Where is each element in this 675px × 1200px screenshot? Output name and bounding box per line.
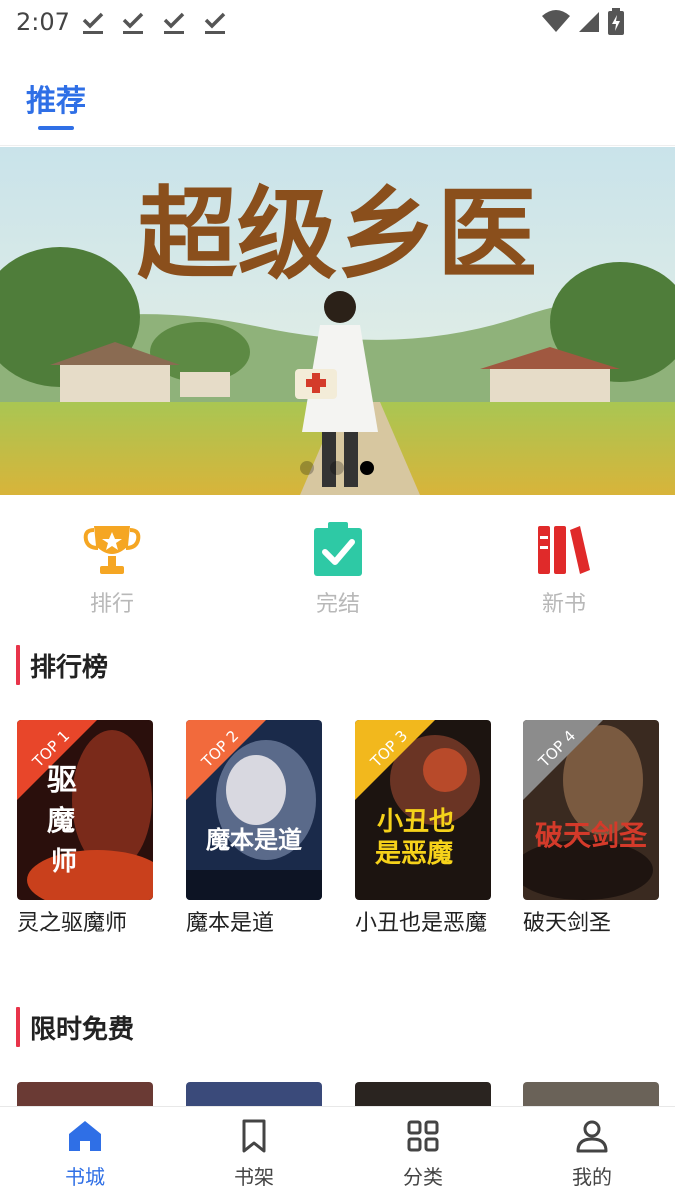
carousel-dot[interactable] xyxy=(300,461,314,475)
section-free-header: 限时免费 xyxy=(16,1007,134,1047)
svg-text:小丑也: 小丑也 xyxy=(377,807,455,837)
download-done-icon xyxy=(82,12,104,34)
tab-recommend[interactable]: 推荐 xyxy=(26,76,86,120)
grid-icon xyxy=(407,1120,439,1152)
carousel-dot[interactable] xyxy=(330,461,344,475)
nav-bookshelf[interactable]: 书架 xyxy=(204,1119,304,1190)
svg-text:是恶魔: 是恶魔 xyxy=(375,839,453,869)
bookshelf-icon xyxy=(538,526,590,574)
section-title[interactable]: 排行榜 xyxy=(30,647,108,684)
quick-entry-label: 新书 xyxy=(541,592,586,617)
download-done-icon xyxy=(122,12,144,34)
banner-image[interactable]: 超级乡医 xyxy=(0,147,675,495)
svg-text:魔本是道: 魔本是道 xyxy=(206,825,302,854)
book-cover[interactable]: 小丑也 是恶魔 TOP 3 xyxy=(355,720,491,900)
quick-entry-label: 排行 xyxy=(89,592,134,617)
carousel-dot-active[interactable] xyxy=(360,461,374,475)
nav-bookstore[interactable]: 书城 xyxy=(35,1119,135,1190)
quick-entry-label: 完结 xyxy=(315,592,360,617)
banner-carousel[interactable]: 超级乡医 xyxy=(0,147,675,495)
banner-title-art: 超级乡医 xyxy=(137,175,537,293)
section-title[interactable]: 限时免费 xyxy=(30,1009,134,1046)
signal-icon xyxy=(579,12,599,32)
book-title[interactable]: 魔本是道 xyxy=(186,906,322,942)
nav-label: 书城 xyxy=(65,1165,105,1189)
nav-category[interactable]: 分类 xyxy=(373,1119,473,1190)
bottom-navigation: 书城 书架 分类 我的 xyxy=(0,1106,675,1200)
status-time: 2:07 xyxy=(16,8,70,36)
svg-text:魔: 魔 xyxy=(47,804,75,837)
book-cover[interactable]: 驱 魔 师 TOP 1 xyxy=(17,720,153,900)
book-cover[interactable]: 破天剑圣 TOP 4 xyxy=(523,720,659,900)
wifi-icon xyxy=(542,10,570,32)
book-card[interactable]: 魔本是道 TOP 2 魔本是道 xyxy=(186,720,322,942)
svg-text:师: 师 xyxy=(51,847,77,877)
book-card[interactable]: 破天剑圣 TOP 4 破天剑圣 xyxy=(523,720,659,942)
status-bar: 2:07 xyxy=(0,0,675,48)
book-title[interactable]: 破天剑圣 xyxy=(523,906,659,942)
bookmark-icon xyxy=(242,1119,266,1153)
book-title[interactable]: 灵之驱魔师 xyxy=(17,906,153,942)
svg-text:破天剑圣: 破天剑圣 xyxy=(535,819,648,852)
section-accent-bar xyxy=(16,645,20,685)
book-card[interactable]: 小丑也 是恶魔 TOP 3 小丑也是恶魔 xyxy=(355,720,491,942)
section-accent-bar xyxy=(16,1007,20,1047)
trophy-icon xyxy=(83,526,141,574)
download-done-icon xyxy=(204,12,226,34)
book-title[interactable]: 小丑也是恶魔 xyxy=(355,906,491,942)
book-cover[interactable]: 魔本是道 TOP 2 xyxy=(186,720,322,900)
clipboard-check-icon xyxy=(314,522,362,576)
quick-entry-ranking[interactable]: 排行 xyxy=(52,520,172,618)
quick-entry-new-books[interactable]: 新书 xyxy=(504,520,624,618)
nav-profile[interactable]: 我的 xyxy=(542,1119,642,1190)
tab-active-indicator xyxy=(38,126,74,130)
nav-label: 书架 xyxy=(234,1165,274,1189)
free-books-row xyxy=(0,1082,675,1112)
section-ranking-header: 排行榜 xyxy=(16,645,108,685)
home-icon xyxy=(69,1121,101,1151)
nav-label: 分类 xyxy=(403,1165,443,1189)
download-done-icon xyxy=(163,12,185,34)
svg-text:驱: 驱 xyxy=(47,763,77,798)
user-icon xyxy=(576,1120,608,1153)
book-card[interactable]: 驱 魔 师 TOP 1 灵之驱魔师 xyxy=(17,720,153,942)
top-tab-bar: 推荐 xyxy=(0,56,675,146)
battery-charging-icon xyxy=(608,8,624,35)
quick-entry-completed[interactable]: 完结 xyxy=(278,520,398,618)
carousel-indicators xyxy=(300,461,374,475)
nav-label: 我的 xyxy=(572,1165,612,1189)
